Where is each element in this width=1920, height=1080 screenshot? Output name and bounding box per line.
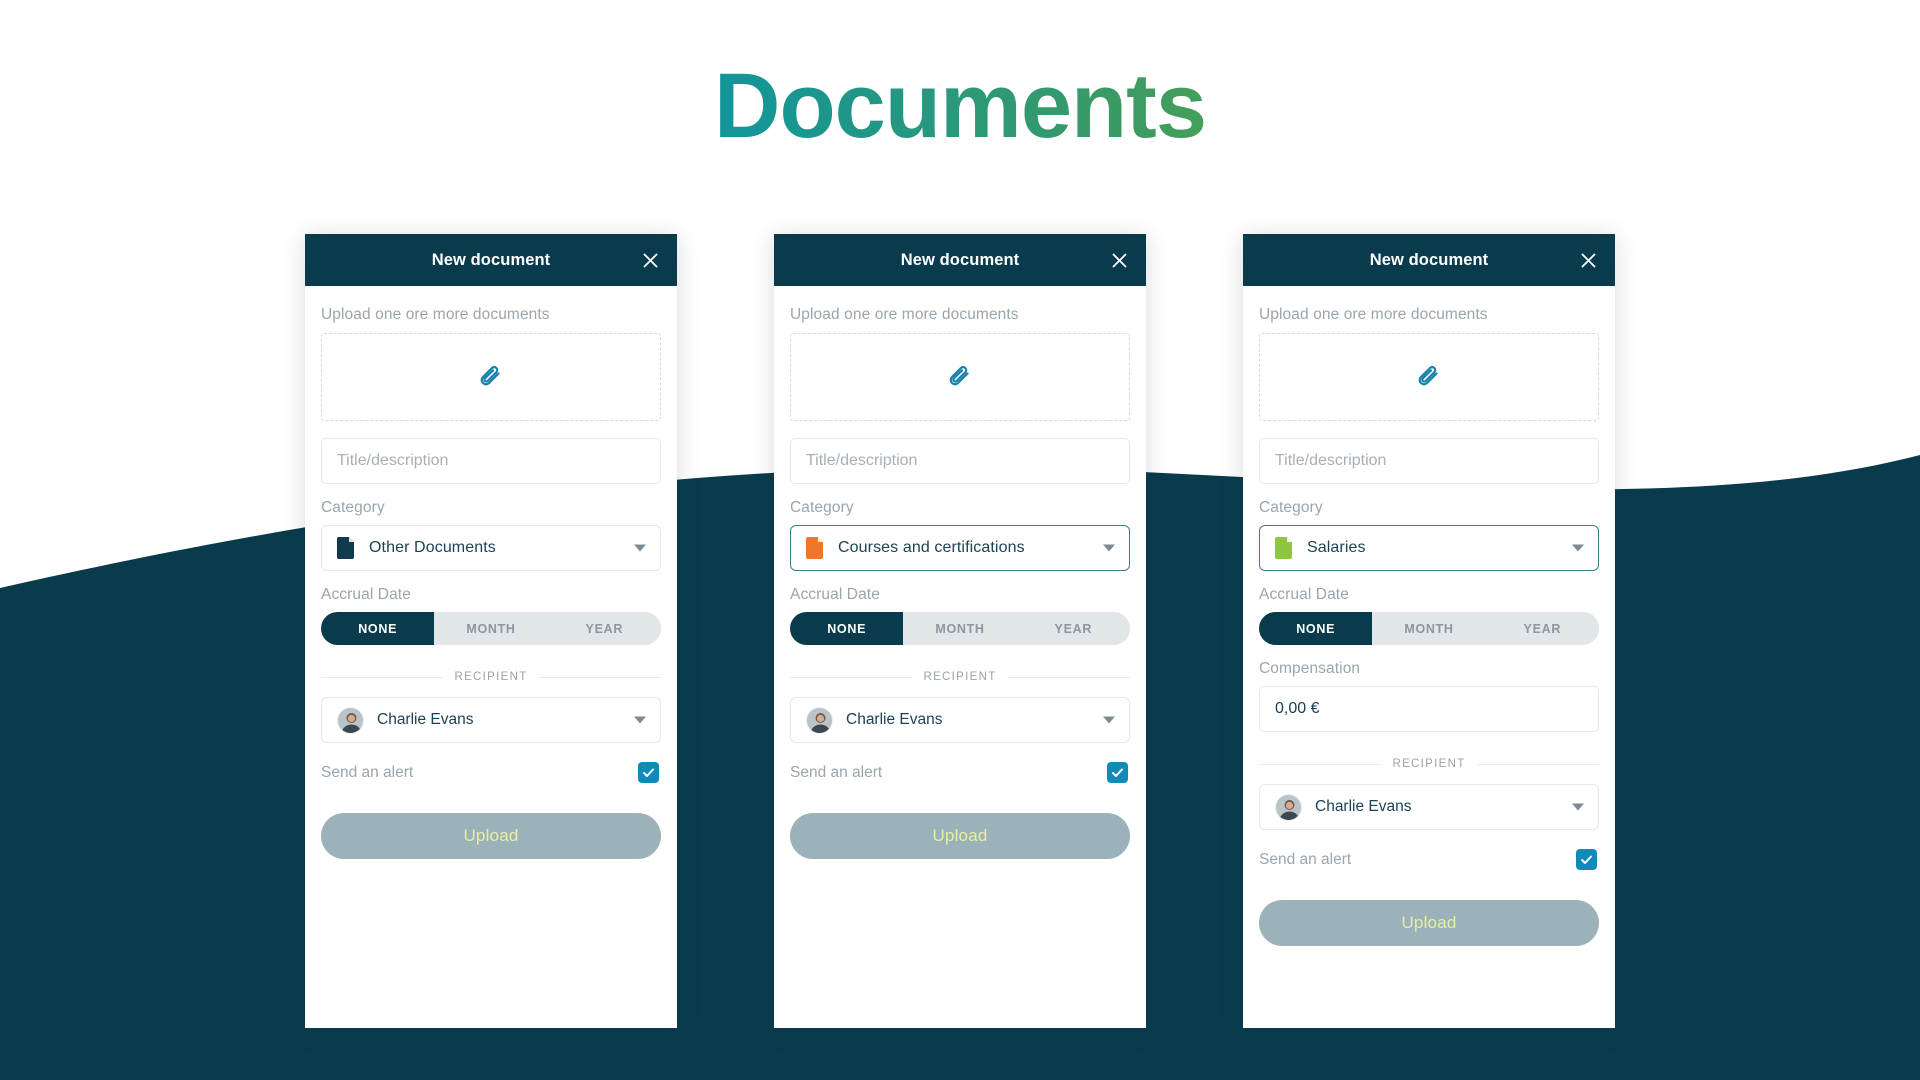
- upload-button[interactable]: Upload: [321, 813, 661, 859]
- document-icon: [337, 537, 354, 559]
- send-alert-label: Send an alert: [790, 763, 883, 781]
- recipient-name: Charlie Evans: [377, 711, 474, 728]
- dialog-title: New document: [431, 250, 551, 269]
- file-dropzone[interactable]: [321, 333, 661, 421]
- paperclip-icon: [1416, 364, 1442, 390]
- send-alert-checkbox[interactable]: [1576, 849, 1597, 870]
- accrual-date-label: Accrual Date: [321, 586, 411, 603]
- send-alert-checkbox[interactable]: [638, 762, 659, 783]
- divider-line-left: [321, 676, 444, 678]
- recipient-select[interactable]: Charlie Evans: [790, 697, 1130, 743]
- upload-hint-label: Upload one ore more documents: [790, 306, 1019, 323]
- new-document-dialog-2: New document Upload one ore more documen…: [774, 234, 1146, 1028]
- send-alert-label: Send an alert: [1259, 850, 1352, 868]
- recipient-name: Charlie Evans: [1315, 798, 1412, 815]
- dialog-body: Upload one ore more documents Title/desc…: [1243, 286, 1615, 946]
- recipient-divider: RECIPIENT: [321, 671, 662, 683]
- title-description-input[interactable]: Title/description: [1259, 438, 1599, 484]
- category-select[interactable]: Other Documents: [321, 525, 661, 571]
- recipient-caption: RECIPIENT: [1392, 758, 1466, 770]
- paperclip-icon: [947, 364, 973, 390]
- recipient-name: Charlie Evans: [846, 711, 943, 728]
- divider-line-right: [1476, 763, 1600, 765]
- close-icon[interactable]: [1575, 247, 1601, 273]
- compensation-label: Compensation: [1259, 660, 1361, 677]
- dialog-title: New document: [1369, 250, 1489, 269]
- recipient-caption: RECIPIENT: [454, 671, 528, 683]
- accrual-option-year[interactable]: YEAR: [1016, 612, 1130, 645]
- chevron-down-icon[interactable]: [634, 716, 646, 724]
- chevron-down-icon[interactable]: [1103, 544, 1115, 552]
- dialog-body: Upload one ore more documents Title/desc…: [305, 286, 677, 859]
- send-alert-row: Send an alert: [790, 762, 1130, 783]
- accrual-date-segmented: NONE MONTH YEAR: [321, 612, 661, 645]
- accrual-option-month[interactable]: MONTH: [434, 612, 548, 645]
- accrual-option-month[interactable]: MONTH: [903, 612, 1017, 645]
- accrual-date-label: Accrual Date: [1259, 586, 1349, 603]
- divider-line-right: [1007, 676, 1131, 678]
- new-document-dialog-3: New document Upload one ore more documen…: [1243, 234, 1615, 1028]
- title-description-input[interactable]: Title/description: [790, 438, 1130, 484]
- send-alert-row: Send an alert: [321, 762, 661, 783]
- send-alert-row: Send an alert: [1259, 849, 1599, 870]
- divider-line-left: [1259, 763, 1382, 765]
- title-description-input[interactable]: Title/description: [321, 438, 661, 484]
- divider-line-right: [538, 676, 662, 678]
- file-dropzone[interactable]: [790, 333, 1130, 421]
- category-label: Category: [1259, 499, 1323, 516]
- document-icon: [1275, 537, 1292, 559]
- new-document-dialog-1: New document Upload one ore more documen…: [305, 234, 677, 1028]
- recipient-caption: RECIPIENT: [923, 671, 997, 683]
- accrual-option-none[interactable]: NONE: [790, 612, 904, 645]
- divider-line-left: [790, 676, 913, 678]
- accrual-option-month[interactable]: MONTH: [1372, 612, 1486, 645]
- close-icon[interactable]: [637, 247, 663, 273]
- cards-container: New document Upload one ore more documen…: [0, 0, 1920, 1080]
- accrual-option-year[interactable]: YEAR: [547, 612, 661, 645]
- upload-button[interactable]: Upload: [790, 813, 1130, 859]
- category-select[interactable]: Courses and certifications: [790, 525, 1130, 571]
- upload-hint-label: Upload one ore more documents: [321, 306, 550, 323]
- upload-button[interactable]: Upload: [1259, 900, 1599, 946]
- avatar: [1275, 793, 1302, 821]
- dialog-title: New document: [900, 250, 1020, 269]
- recipient-select[interactable]: Charlie Evans: [321, 697, 661, 743]
- chevron-down-icon[interactable]: [634, 544, 646, 552]
- accrual-option-year[interactable]: YEAR: [1485, 612, 1599, 645]
- send-alert-checkbox[interactable]: [1107, 762, 1128, 783]
- category-value: Other Documents: [369, 539, 496, 556]
- file-dropzone[interactable]: [1259, 333, 1599, 421]
- page-root: Documents New document Upload one ore mo…: [0, 0, 1920, 1080]
- document-icon: [806, 537, 823, 559]
- avatar: [806, 706, 833, 734]
- paperclip-icon: [478, 364, 504, 390]
- accrual-option-none[interactable]: NONE: [321, 612, 435, 645]
- recipient-divider: RECIPIENT: [790, 671, 1131, 683]
- category-value: Salaries: [1307, 539, 1366, 556]
- dialog-header: New document: [305, 234, 677, 286]
- upload-hint-label: Upload one ore more documents: [1259, 306, 1488, 323]
- chevron-down-icon[interactable]: [1103, 716, 1115, 724]
- compensation-input[interactable]: 0,00 €: [1259, 686, 1599, 732]
- send-alert-label: Send an alert: [321, 763, 414, 781]
- accrual-date-segmented: NONE MONTH YEAR: [1259, 612, 1599, 645]
- recipient-divider: RECIPIENT: [1259, 758, 1600, 770]
- accrual-date-segmented: NONE MONTH YEAR: [790, 612, 1130, 645]
- dialog-body: Upload one ore more documents Title/desc…: [774, 286, 1146, 859]
- dialog-header: New document: [774, 234, 1146, 286]
- accrual-date-label: Accrual Date: [790, 586, 880, 603]
- recipient-select[interactable]: Charlie Evans: [1259, 784, 1599, 830]
- chevron-down-icon[interactable]: [1572, 803, 1584, 811]
- close-icon[interactable]: [1106, 247, 1132, 273]
- dialog-header: New document: [1243, 234, 1615, 286]
- category-select[interactable]: Salaries: [1259, 525, 1599, 571]
- chevron-down-icon[interactable]: [1572, 544, 1584, 552]
- category-label: Category: [321, 499, 385, 516]
- category-label: Category: [790, 499, 854, 516]
- category-value: Courses and certifications: [838, 539, 1025, 556]
- avatar: [337, 706, 364, 734]
- accrual-option-none[interactable]: NONE: [1259, 612, 1373, 645]
